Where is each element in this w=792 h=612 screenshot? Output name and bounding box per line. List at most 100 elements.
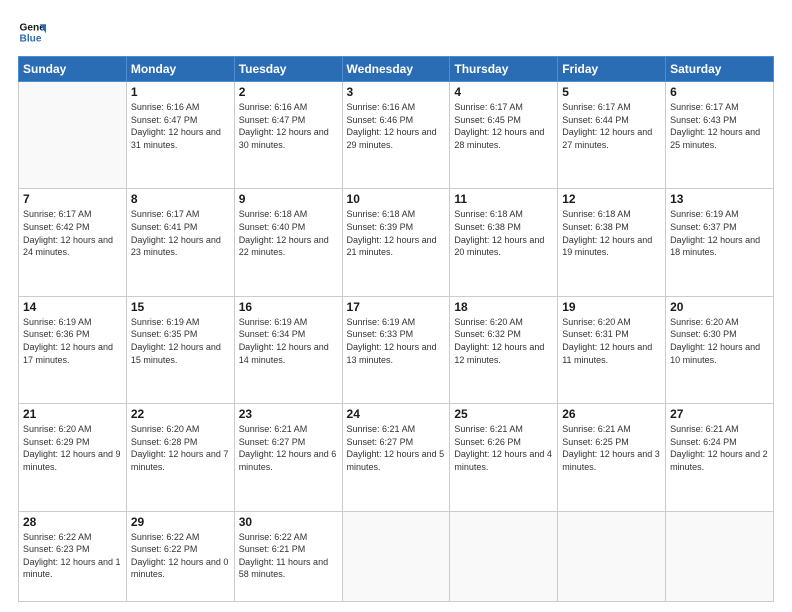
day-number: 21 [23,407,122,421]
day-number: 10 [347,192,446,206]
day-header-thursday: Thursday [450,57,558,82]
calendar-cell [342,511,450,601]
day-number: 11 [454,192,553,206]
day-header-friday: Friday [558,57,666,82]
calendar-cell [19,82,127,189]
day-header-monday: Monday [126,57,234,82]
day-number: 3 [347,85,446,99]
calendar-cell: 17 Sunrise: 6:19 AMSunset: 6:33 PMDayligh… [342,296,450,403]
cell-info: Sunrise: 6:18 AMSunset: 6:38 PMDaylight:… [562,208,661,258]
cell-info: Sunrise: 6:22 AMSunset: 6:23 PMDaylight:… [23,531,122,581]
cell-info: Sunrise: 6:18 AMSunset: 6:39 PMDaylight:… [347,208,446,258]
cell-info: Sunrise: 6:18 AMSunset: 6:38 PMDaylight:… [454,208,553,258]
day-number: 17 [347,300,446,314]
cell-info: Sunrise: 6:17 AMSunset: 6:41 PMDaylight:… [131,208,230,258]
cell-info: Sunrise: 6:17 AMSunset: 6:44 PMDaylight:… [562,101,661,151]
day-number: 1 [131,85,230,99]
cell-info: Sunrise: 6:20 AMSunset: 6:32 PMDaylight:… [454,316,553,366]
cell-info: Sunrise: 6:16 AMSunset: 6:47 PMDaylight:… [239,101,338,151]
calendar-cell: 30 Sunrise: 6:22 AMSunset: 6:21 PMDayligh… [234,511,342,601]
day-number: 27 [670,407,769,421]
cell-info: Sunrise: 6:20 AMSunset: 6:28 PMDaylight:… [131,423,230,473]
calendar-cell: 2 Sunrise: 6:16 AMSunset: 6:47 PMDaylight… [234,82,342,189]
day-header-saturday: Saturday [666,57,774,82]
calendar-cell: 28 Sunrise: 6:22 AMSunset: 6:23 PMDayligh… [19,511,127,601]
cell-info: Sunrise: 6:17 AMSunset: 6:42 PMDaylight:… [23,208,122,258]
calendar-cell: 24 Sunrise: 6:21 AMSunset: 6:27 PMDayligh… [342,404,450,511]
logo: General Blue [18,18,50,46]
cell-info: Sunrise: 6:19 AMSunset: 6:35 PMDaylight:… [131,316,230,366]
calendar-cell [666,511,774,601]
calendar-cell: 19 Sunrise: 6:20 AMSunset: 6:31 PMDayligh… [558,296,666,403]
day-number: 12 [562,192,661,206]
day-number: 20 [670,300,769,314]
calendar-cell: 12 Sunrise: 6:18 AMSunset: 6:38 PMDayligh… [558,189,666,296]
day-number: 23 [239,407,338,421]
day-number: 18 [454,300,553,314]
calendar-cell: 4 Sunrise: 6:17 AMSunset: 6:45 PMDaylight… [450,82,558,189]
cell-info: Sunrise: 6:21 AMSunset: 6:26 PMDaylight:… [454,423,553,473]
day-number: 30 [239,515,338,529]
cell-info: Sunrise: 6:16 AMSunset: 6:47 PMDaylight:… [131,101,230,151]
day-header-wednesday: Wednesday [342,57,450,82]
day-number: 14 [23,300,122,314]
cell-info: Sunrise: 6:19 AMSunset: 6:37 PMDaylight:… [670,208,769,258]
calendar-cell: 14Sunrise: 6:19 AMSunset: 6:36 PMDayligh… [19,296,127,403]
calendar-cell: 6Sunrise: 6:17 AMSunset: 6:43 PMDaylight… [666,82,774,189]
cell-info: Sunrise: 6:19 AMSunset: 6:33 PMDaylight:… [347,316,446,366]
calendar-cell: 21Sunrise: 6:20 AMSunset: 6:29 PMDayligh… [19,404,127,511]
day-number: 8 [131,192,230,206]
calendar-cell: 8 Sunrise: 6:17 AMSunset: 6:41 PMDaylight… [126,189,234,296]
day-number: 19 [562,300,661,314]
calendar-cell: 5 Sunrise: 6:17 AMSunset: 6:44 PMDaylight… [558,82,666,189]
cell-info: Sunrise: 6:19 AMSunset: 6:34 PMDaylight:… [239,316,338,366]
calendar-cell: 13 Sunrise: 6:19 AMSunset: 6:37 PMDayligh… [666,189,774,296]
calendar-header: SundayMondayTuesdayWednesdayThursdayFrid… [19,57,774,82]
cell-info: Sunrise: 6:21 AMSunset: 6:27 PMDaylight:… [239,423,338,473]
calendar-cell [558,511,666,601]
calendar-cell: 16 Sunrise: 6:19 AMSunset: 6:34 PMDayligh… [234,296,342,403]
day-number: 24 [347,407,446,421]
day-number: 2 [239,85,338,99]
day-number: 28 [23,515,122,529]
calendar-cell: 27 Sunrise: 6:21 AMSunset: 6:24 PMDayligh… [666,404,774,511]
cell-info: Sunrise: 6:20 AMSunset: 6:31 PMDaylight:… [562,316,661,366]
cell-info: Sunrise: 6:17 AMSunset: 6:45 PMDaylight:… [454,101,553,151]
calendar-cell: 7 Sunrise: 6:17 AMSunset: 6:42 PMDaylight… [19,189,127,296]
day-number: 13 [670,192,769,206]
calendar-cell: 25 Sunrise: 6:21 AMSunset: 6:26 PMDayligh… [450,404,558,511]
cell-info: Sunrise: 6:22 AMSunset: 6:22 PMDaylight:… [131,531,230,581]
day-number: 16 [239,300,338,314]
calendar-cell: 15 Sunrise: 6:19 AMSunset: 6:35 PMDayligh… [126,296,234,403]
day-number: 15 [131,300,230,314]
calendar-cell: 22 Sunrise: 6:20 AMSunset: 6:28 PMDayligh… [126,404,234,511]
calendar-cell [450,511,558,601]
calendar-cell: 1 Sunrise: 6:16 AMSunset: 6:47 PMDaylight… [126,82,234,189]
day-number: 5 [562,85,661,99]
cell-info: Sunrise: 6:21 AMSunset: 6:25 PMDaylight:… [562,423,661,473]
day-number: 7 [23,192,122,206]
day-number: 26 [562,407,661,421]
calendar-cell: 11 Sunrise: 6:18 AMSunset: 6:38 PMDayligh… [450,189,558,296]
calendar-cell: 18 Sunrise: 6:20 AMSunset: 6:32 PMDayligh… [450,296,558,403]
cell-info: Sunrise: 6:21 AMSunset: 6:27 PMDaylight:… [347,423,446,473]
calendar-cell: 26 Sunrise: 6:21 AMSunset: 6:25 PMDayligh… [558,404,666,511]
cell-info: Sunrise: 6:21 AMSunset: 6:24 PMDaylight:… [670,423,769,473]
day-number: 22 [131,407,230,421]
cell-info: Sunrise: 6:22 AMSunset: 6:21 PMDaylight:… [239,531,338,581]
day-header-sunday: Sunday [19,57,127,82]
calendar: SundayMondayTuesdayWednesdayThursdayFrid… [18,56,774,602]
day-number: 29 [131,515,230,529]
day-number: 6 [670,85,769,99]
svg-text:General: General [20,22,46,33]
day-header-tuesday: Tuesday [234,57,342,82]
day-number: 4 [454,85,553,99]
calendar-cell: 3Sunrise: 6:16 AMSunset: 6:46 PMDaylight… [342,82,450,189]
calendar-cell: 29 Sunrise: 6:22 AMSunset: 6:22 PMDayligh… [126,511,234,601]
calendar-cell: 9Sunrise: 6:18 AMSunset: 6:40 PMDaylight… [234,189,342,296]
svg-text:Blue: Blue [20,33,42,44]
calendar-cell: 23 Sunrise: 6:21 AMSunset: 6:27 PMDayligh… [234,404,342,511]
calendar-cell: 20Sunrise: 6:20 AMSunset: 6:30 PMDayligh… [666,296,774,403]
cell-info: Sunrise: 6:18 AMSunset: 6:40 PMDaylight:… [239,208,338,258]
day-number: 25 [454,407,553,421]
